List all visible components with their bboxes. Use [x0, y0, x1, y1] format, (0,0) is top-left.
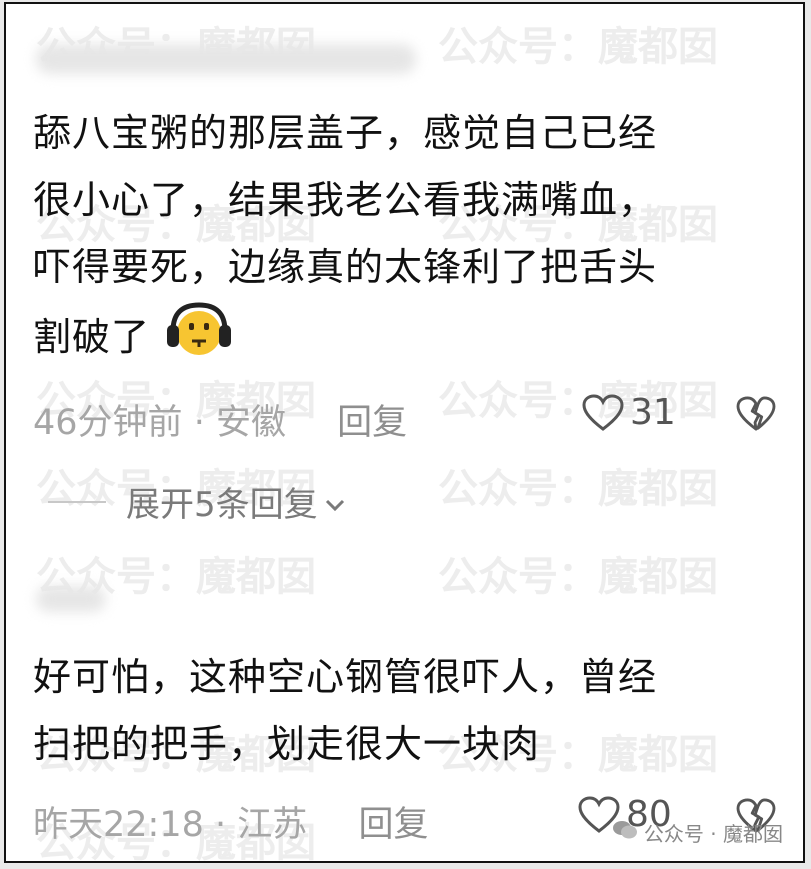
comment-time: 46分钟前 — [33, 403, 183, 443]
divider-line — [48, 500, 106, 503]
expand-replies-button[interactable]: 展开5条回复 — [48, 477, 346, 526]
watermark: 公众号：魔都囡 — [438, 466, 718, 512]
reply-button[interactable]: 回复 — [358, 805, 428, 845]
comment-meta: 昨天22:18 · 江苏 回复 — [33, 796, 428, 847]
watermark: 公众号：魔都囡 — [438, 24, 718, 70]
like-count: 31 — [630, 392, 676, 433]
brand-label: 公众号 · 魔都囡 — [643, 822, 783, 846]
heart-icon — [582, 393, 624, 432]
chevron-down-icon — [324, 482, 346, 522]
wechat-icon — [612, 819, 638, 846]
comment-body: 好可怕，这种空心钢管很吓人，曾经 扫把的把手，划走很大一块肉 — [33, 644, 657, 778]
meta-separator: · — [193, 403, 205, 443]
broken-heart-icon[interactable] — [736, 396, 776, 436]
watermark: 公众号：魔都囡 — [438, 554, 718, 600]
comment-line: 吓得要死，边缘真的太锋利了把舌头 — [33, 245, 658, 289]
comment-location: 江苏 — [237, 805, 308, 845]
comment-line: 好可怕，这种空心钢管很吓人，曾经 — [33, 655, 658, 699]
reply-button[interactable]: 回复 — [337, 403, 407, 443]
expand-replies-label: 展开5条回复 — [126, 485, 318, 525]
comment-body: 舔八宝粥的那层盖子，感觉自己已经 很小心了，结果我老公看我满嘴血， 吓得要死，边… — [33, 100, 657, 378]
comment-line: 割破了 — [33, 315, 151, 359]
headphone-face-emoji-icon — [165, 301, 233, 378]
blurred-username — [36, 586, 106, 612]
brand-watermark: 公众号 · 魔都囡 — [612, 818, 783, 847]
like-button[interactable]: 31 — [582, 392, 676, 433]
comment-line: 扫把的把手，划走很大一块肉 — [33, 722, 541, 766]
comment-time: 昨天22:18 — [33, 805, 204, 845]
comment-line: 舔八宝粥的那层盖子，感觉自己已经 — [33, 111, 658, 155]
comment-line: 很小心了，结果我老公看我满嘴血， — [33, 178, 658, 222]
comment-meta: 46分钟前 · 安徽 回复 — [33, 394, 407, 445]
comment-list-screenshot: 公众号：魔都囡 公众号：魔都囡 公众号：魔都囡 公众号：魔都囡 公众号：魔都囡 … — [4, 2, 805, 863]
meta-separator: · — [215, 805, 227, 845]
blurred-username — [36, 44, 416, 74]
comment-location: 安徽 — [215, 403, 286, 443]
